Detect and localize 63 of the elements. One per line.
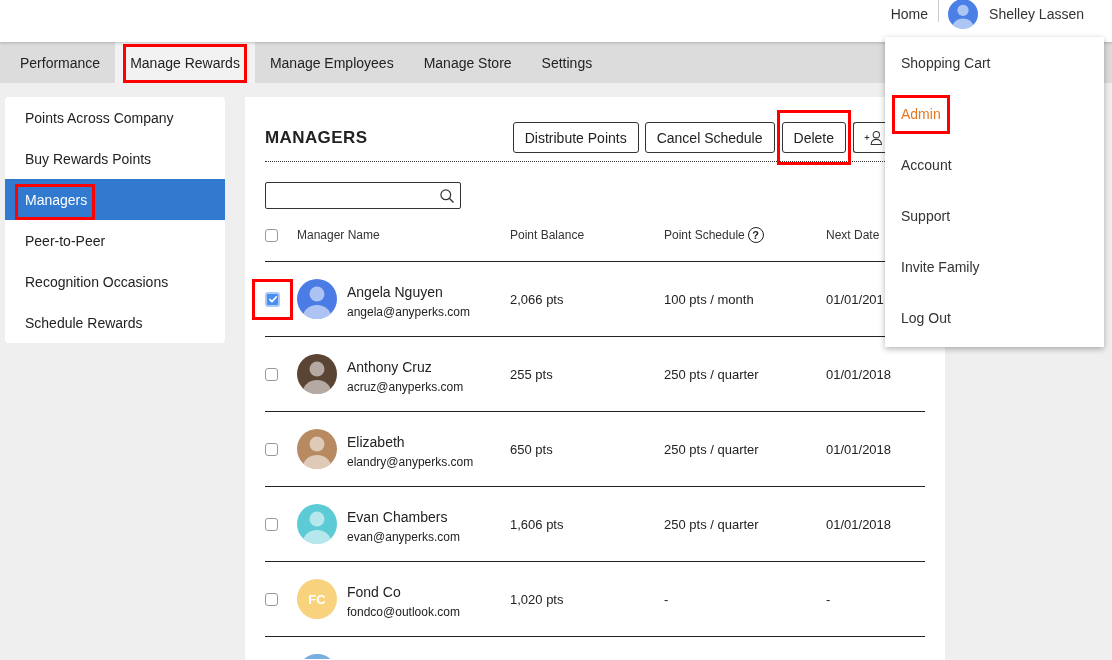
- nav-tab[interactable]: Manage Employees: [254, 42, 409, 83]
- menu-item[interactable]: Shopping Cart: [885, 37, 1104, 88]
- nav-tab[interactable]: Settings: [526, 42, 608, 83]
- row-checkbox[interactable]: [265, 517, 278, 531]
- point-schedule: 250 pts / quarter: [664, 366, 759, 382]
- menu-item[interactable]: Invite Family: [885, 241, 1104, 292]
- sidebar-item[interactable]: Schedule Rewards: [5, 302, 225, 343]
- home-link[interactable]: Home: [890, 6, 929, 22]
- action-button[interactable]: Cancel Schedule: [644, 122, 775, 153]
- point-balance: 650 pts: [510, 441, 553, 457]
- manager-name: Fond Co: [347, 583, 402, 600]
- select-all-checkbox[interactable]: [265, 228, 278, 242]
- column-header: Point Schedule: [664, 228, 745, 242]
- sidebar-item[interactable]: Buy Rewards Points: [5, 138, 225, 179]
- nav-tab[interactable]: Performance: [5, 42, 116, 83]
- sidebar-item[interactable]: Peer-to-Peer: [5, 220, 225, 261]
- page-title: MANAGERS: [265, 127, 369, 148]
- next-date: 01/01/201: [826, 291, 884, 307]
- search-field[interactable]: [265, 182, 461, 209]
- row-checkbox[interactable]: [265, 291, 280, 307]
- manager-name: Anthony Cruz: [347, 358, 433, 375]
- point-balance: 255 pts: [510, 366, 553, 382]
- manager-email: angela@anyperks.com: [347, 304, 470, 319]
- sidebar-item[interactable]: Points Across Company: [5, 97, 225, 138]
- point-schedule: 100 pts / month: [664, 291, 754, 307]
- nav-tab[interactable]: Manage Store: [408, 42, 527, 83]
- row-checkbox[interactable]: [265, 592, 278, 606]
- column-header: Next Date: [826, 228, 880, 242]
- menu-item[interactable]: Log Out: [885, 292, 1104, 343]
- menu-item[interactable]: Account: [885, 139, 1104, 190]
- next-date: 01/01/2018: [826, 516, 892, 532]
- point-schedule: 250 pts / quarter: [664, 441, 759, 457]
- action-button[interactable]: Distribute Points: [512, 122, 639, 153]
- point-schedule: 250 pts / quarter: [664, 516, 759, 532]
- manager-name: Elizabeth: [347, 433, 406, 450]
- nav-tab[interactable]: Manage Rewards: [115, 42, 255, 83]
- add-user-icon: [864, 130, 883, 145]
- next-date: -: [826, 591, 831, 607]
- manager-email: evan@anyperks.com: [347, 529, 460, 544]
- sidebar-item[interactable]: Managers: [5, 179, 225, 220]
- row-checkbox[interactable]: [265, 442, 278, 456]
- next-date: 01/01/2018: [826, 441, 892, 457]
- column-header: Manager Name: [297, 228, 380, 242]
- initials-avatar: FC: [297, 579, 337, 619]
- row-checkbox[interactable]: [265, 367, 278, 381]
- manager-name: Angela Nguyen: [347, 283, 444, 300]
- point-schedule: -: [664, 591, 669, 607]
- sidebar-item[interactable]: Recognition Occasions: [5, 261, 225, 302]
- next-date: 01/01/2018: [826, 366, 892, 382]
- action-button[interactable]: Delete: [781, 122, 846, 153]
- point-balance: 2,066 pts: [510, 291, 564, 307]
- manager-email: fondco@outlook.com: [347, 604, 460, 619]
- manager-email: elandry@anyperks.com: [347, 454, 474, 469]
- manager-email: acruz@anyperks.com: [347, 379, 464, 394]
- manager-name: Evan Chambers: [347, 508, 449, 525]
- user-name[interactable]: Shelley Lassen: [989, 6, 1084, 22]
- search-icon: [440, 188, 454, 203]
- add-user-button[interactable]: [853, 122, 885, 153]
- menu-item[interactable]: Support: [885, 190, 1104, 241]
- point-balance: 1,606 pts: [510, 516, 564, 532]
- checkmark-icon: [268, 295, 277, 303]
- point-balance: 1,020 pts: [510, 591, 564, 607]
- column-header: Point Balance: [510, 228, 585, 242]
